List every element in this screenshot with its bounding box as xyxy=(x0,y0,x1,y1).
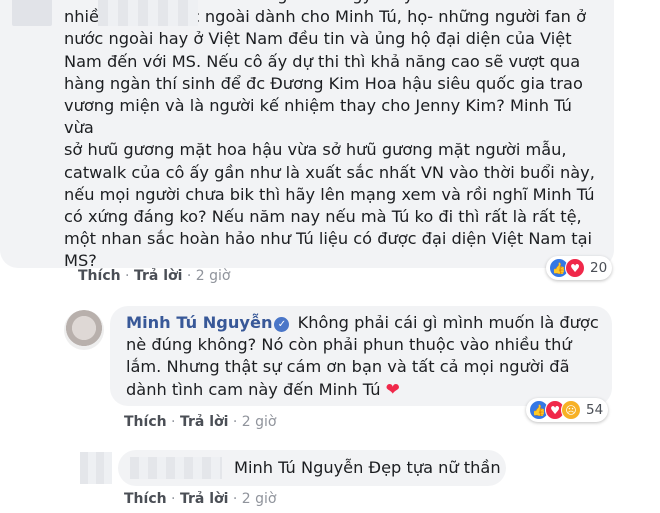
separator: · xyxy=(125,268,130,284)
reaction-count: 20 xyxy=(590,260,608,276)
verified-badge-icon: ✓ xyxy=(274,317,290,332)
avatar[interactable] xyxy=(80,452,112,484)
heart-emoji: ❤ xyxy=(385,379,400,400)
love-icon: ♥ xyxy=(565,258,585,278)
comment-actions: Thích · Trả lời · 2 giờ xyxy=(78,268,230,284)
reactions-summary[interactable]: 👍 ♥ 20 xyxy=(546,256,613,280)
author-name[interactable]: Minh Tú Nguyễn xyxy=(126,313,272,332)
separator: · xyxy=(232,491,238,507)
separator: · xyxy=(171,491,176,507)
avatar[interactable] xyxy=(12,0,52,26)
comment-bubble: Tôi đọc bình luận trên trang Missology t… xyxy=(0,0,614,270)
comment-text: Tôi đọc bình luận trên trang Missology t… xyxy=(64,0,595,271)
reaction-count: 54 xyxy=(586,402,604,418)
blurred-author-name xyxy=(130,457,222,479)
like-link[interactable]: Thích xyxy=(124,414,167,430)
separator: · xyxy=(232,414,238,430)
comment-actions: Thích · Trả lời · 2 giờ xyxy=(124,414,276,430)
reply-link[interactable]: Trả lời xyxy=(134,268,182,284)
timestamp[interactable]: 2 giờ xyxy=(196,268,231,284)
like-link[interactable]: Thích xyxy=(124,491,167,507)
timestamp[interactable]: 2 giờ xyxy=(242,491,277,507)
reply-link[interactable]: Trả lời xyxy=(180,491,228,507)
timestamp[interactable]: 2 giờ xyxy=(242,414,277,430)
comment-text: Minh Tú Nguyễn Đẹp tựa nữ thần xyxy=(234,458,501,477)
reply-link[interactable]: Trả lời xyxy=(180,414,228,430)
comment-bubble: Minh Tú Nguyễn ✓ Không phải cái gì mình m… xyxy=(110,306,612,406)
comment-text: Minh Tú Nguyễn ✓ Không phải cái gì mình m… xyxy=(126,312,602,401)
comment-actions: Thích · Trả lời · 2 giờ xyxy=(124,491,276,507)
avatar[interactable] xyxy=(64,310,104,350)
comment-bubble: Minh Tú Nguyễn Đẹp tựa nữ thần xyxy=(118,450,506,486)
reactions-summary[interactable]: 👍 ♥ ☹ 54 xyxy=(526,398,609,422)
separator: · xyxy=(171,414,176,430)
blurred-author-name xyxy=(98,0,198,26)
like-link[interactable]: Thích xyxy=(78,268,121,284)
sad-icon: ☹ xyxy=(561,400,581,420)
separator: · xyxy=(186,268,192,284)
